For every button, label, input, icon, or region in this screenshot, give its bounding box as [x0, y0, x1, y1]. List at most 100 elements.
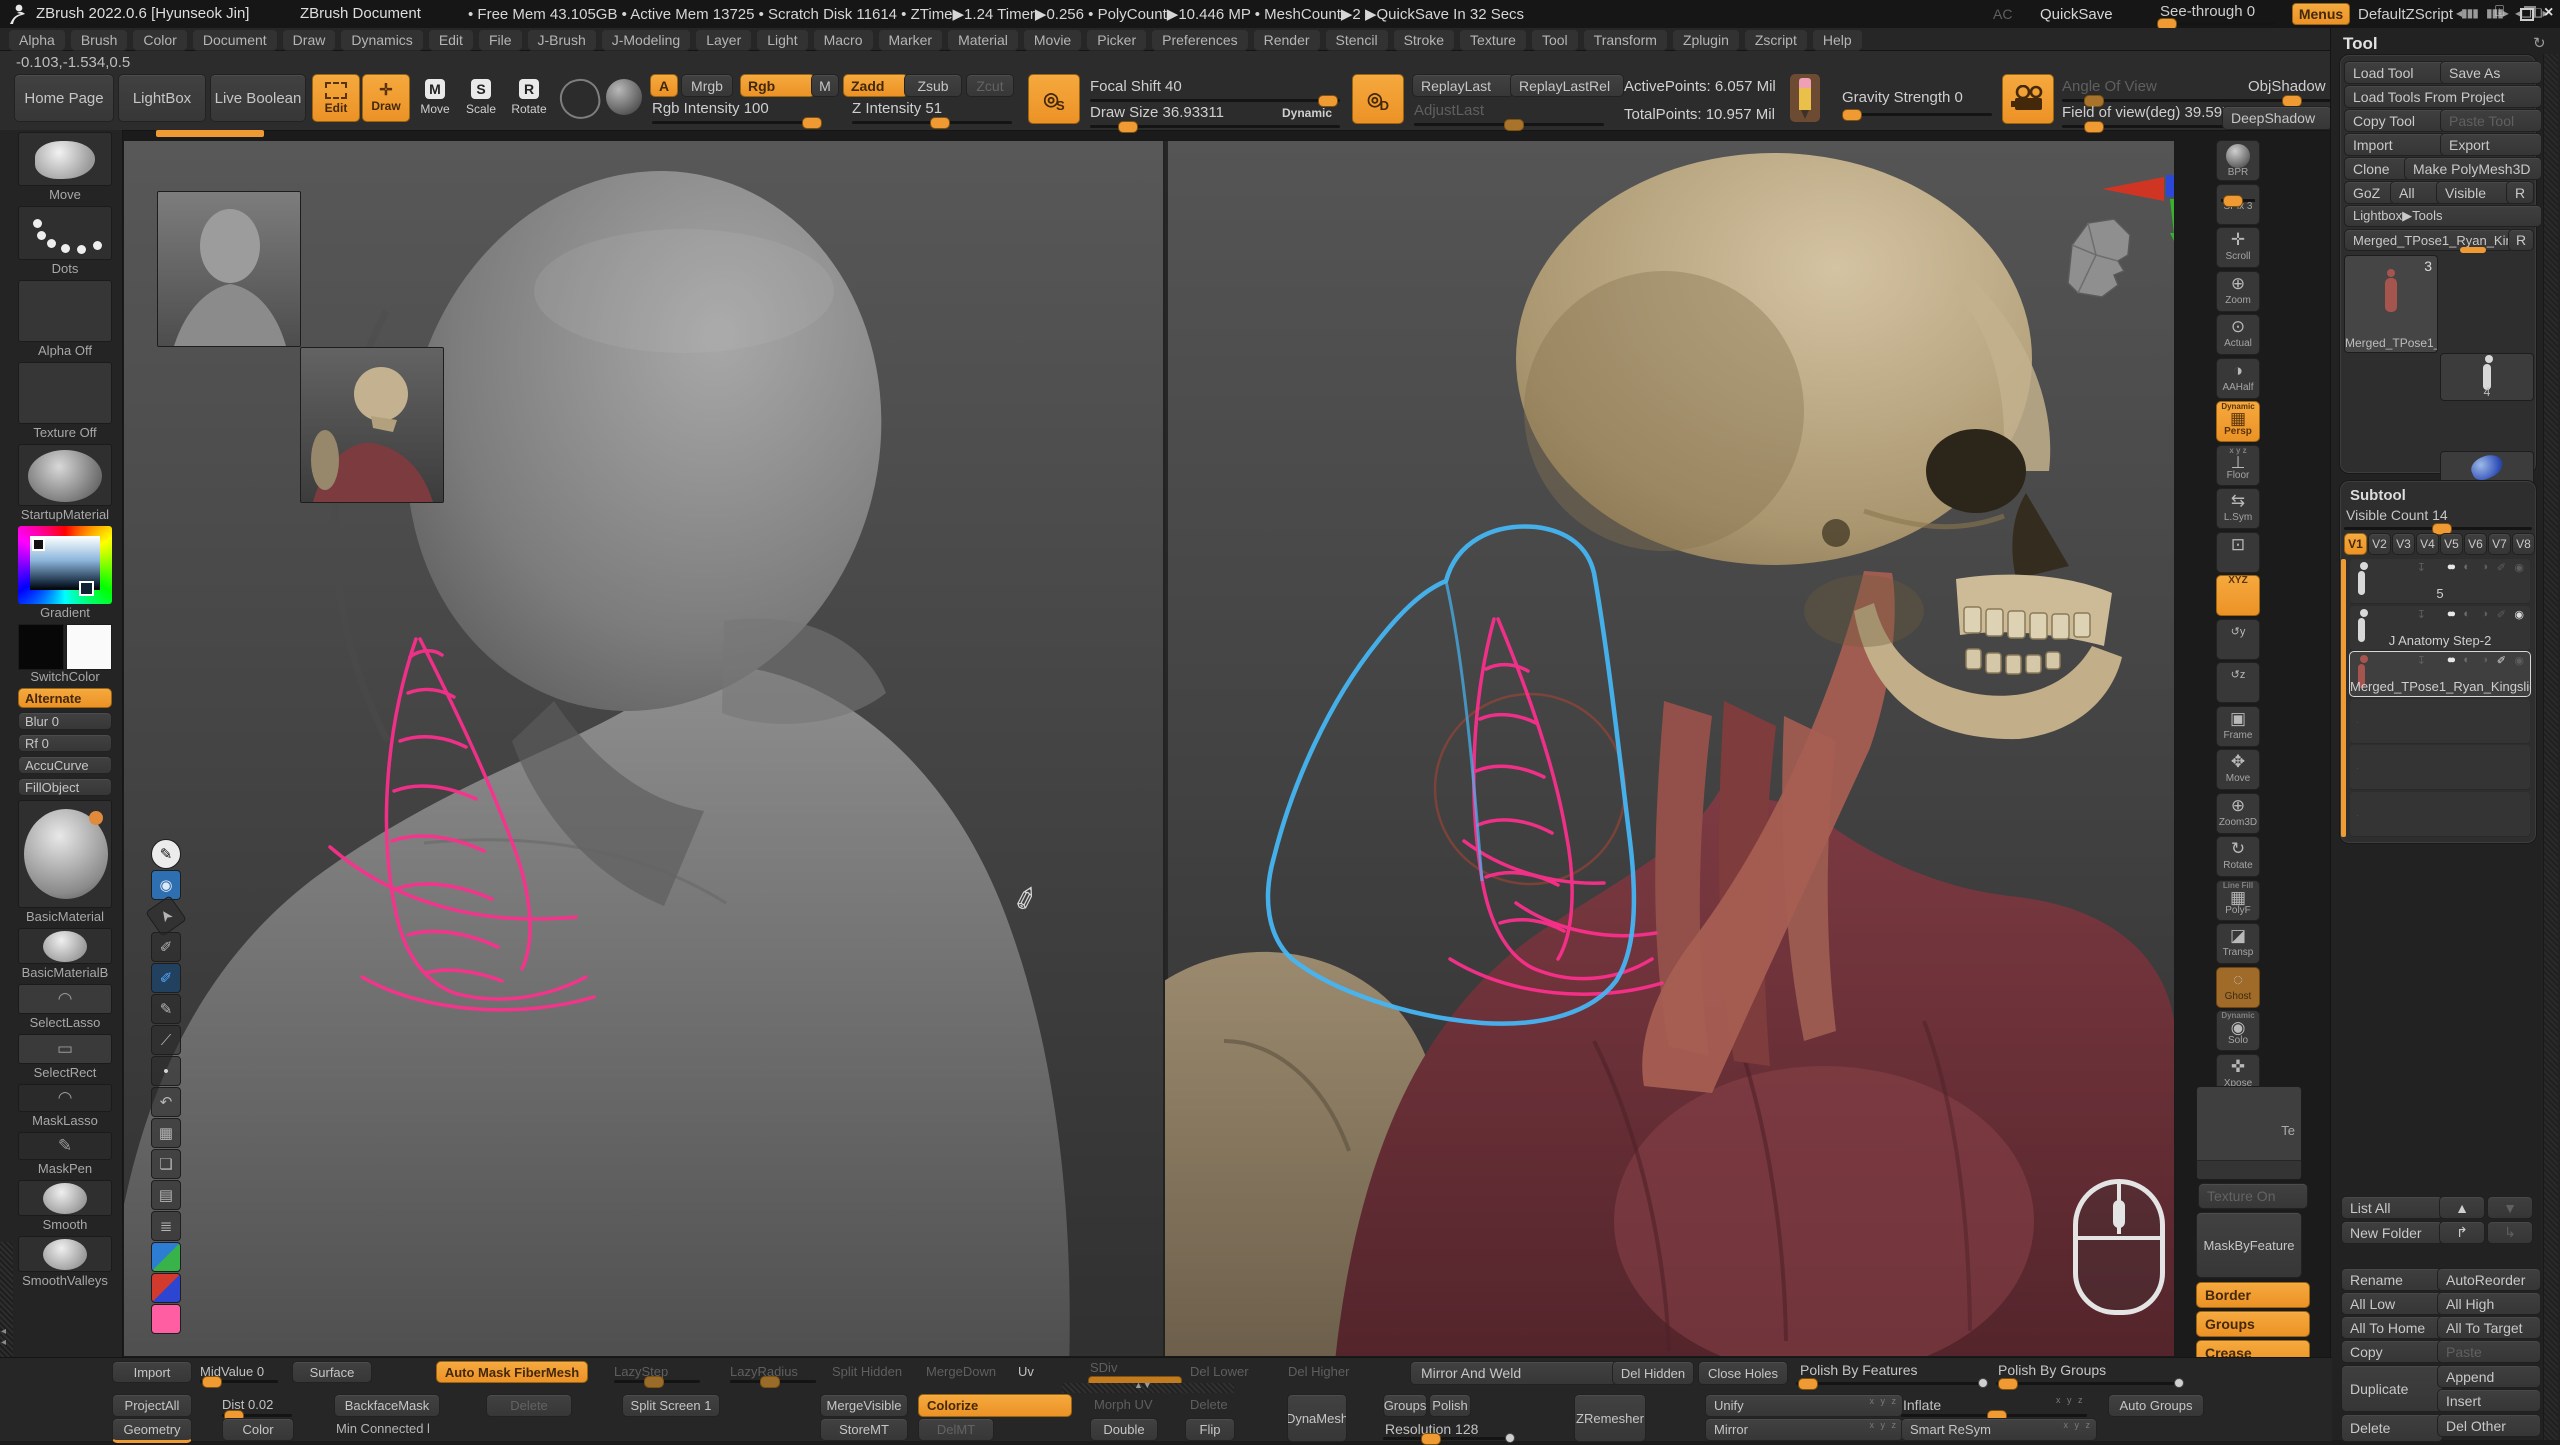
list-all-button[interactable]: List All	[2341, 1196, 2443, 1219]
rgb-intensity-slider-label[interactable]: Rgb Intensity 100	[652, 100, 769, 117]
menu-macro[interactable]: Macro	[813, 29, 874, 51]
menu-render[interactable]: Render	[1253, 29, 1321, 51]
shelf-ghost[interactable]: ◌Ghost	[2216, 967, 2260, 1008]
merge-down-button[interactable]: MergeDown	[926, 1364, 996, 1379]
pencil-icon[interactable]	[1790, 74, 1820, 122]
shelf-solo[interactable]: Dynamic◉Solo	[2216, 1010, 2260, 1051]
anchor-mode-button[interactable]: A	[650, 74, 678, 97]
menu-zplugin[interactable]: Zplugin	[1672, 29, 1740, 51]
subtool-row[interactable]: ·	[2350, 745, 2530, 790]
subtool-shaded-icon[interactable]: ◐	[2463, 561, 2470, 573]
inflate-slider-label[interactable]: Inflate	[1903, 1397, 1941, 1413]
mirror-and-weld-button[interactable]: Mirror And Weld	[1410, 1361, 1618, 1385]
default-zscript-button[interactable]: DefaultZScript	[2358, 6, 2453, 23]
sidebar-selectrect[interactable]: ▭	[18, 1034, 112, 1064]
clipboard-icon[interactable]: ▤	[151, 1180, 181, 1210]
geometry-tab-button[interactable]: Geometry	[112, 1418, 192, 1443]
menu-layer[interactable]: Layer	[695, 29, 752, 51]
mrgb-button[interactable]: Mrgb	[681, 74, 733, 97]
polish-by-groups-slider[interactable]	[1996, 1382, 2182, 1385]
subtool-shaded-icon[interactable]: ◐	[2463, 608, 2470, 620]
shelf--y[interactable]: ↺y	[2216, 619, 2260, 660]
goz-button[interactable]: GoZ	[2344, 181, 2396, 204]
del-hidden-button[interactable]: Del Hidden	[1612, 1361, 1694, 1385]
palette-swatch-icon[interactable]	[151, 1242, 181, 1272]
shelf-transp[interactable]: ◪Transp	[2216, 923, 2260, 964]
menu-alpha[interactable]: Alpha	[8, 29, 66, 51]
folder-up-button[interactable]: ↱	[2439, 1221, 2485, 1244]
all-to-home-button[interactable]: All To Home	[2341, 1316, 2443, 1339]
sidebar-alternate[interactable]: Alternate	[18, 688, 112, 708]
subtool-halftone-icon[interactable]: ◑	[2481, 608, 2488, 620]
mid-value-slider[interactable]	[200, 1380, 278, 1383]
pen2-icon[interactable]: ✐	[151, 932, 181, 962]
menu-color[interactable]: Color	[132, 29, 187, 51]
menu-draw[interactable]: Draw	[282, 29, 337, 51]
camera-widget[interactable]	[2002, 74, 2054, 124]
duplicate-button[interactable]: Duplicate	[2341, 1365, 2443, 1412]
subtool-polypaint-icon[interactable]: ●●	[2447, 654, 2452, 666]
menu-picker[interactable]: Picker	[1086, 29, 1147, 51]
move-button[interactable]: M Move	[414, 74, 456, 120]
clone-button[interactable]: Clone	[2344, 157, 2410, 180]
list-icon[interactable]: ≣	[151, 1211, 181, 1241]
texture-on-button[interactable]: Texture On	[2198, 1183, 2308, 1209]
store-mt-button[interactable]: StoreMT	[820, 1418, 908, 1441]
insert-button[interactable]: Insert	[2437, 1389, 2541, 1412]
mirror-button[interactable]: Mirrorx y z	[1705, 1418, 1903, 1441]
draw-quick-widget[interactable]: ◎D	[1352, 74, 1404, 124]
reference-thumbnail-gray[interactable]	[157, 191, 301, 347]
menu-stroke[interactable]: Stroke	[1393, 29, 1455, 51]
shelf-rotate[interactable]: ↻Rotate	[2216, 836, 2260, 877]
sidebar-maskpen[interactable]: ✎	[18, 1132, 112, 1160]
export-button[interactable]: Export	[2440, 133, 2542, 156]
subtool-download-icon[interactable]: ↧	[2417, 608, 2426, 621]
trash-icon[interactable]: ▦	[151, 1118, 181, 1148]
rgb-button[interactable]: Rgb	[740, 74, 815, 97]
subtool-tab-v5[interactable]: V5	[2440, 533, 2463, 555]
shelf--[interactable]: ⊡	[2216, 532, 2260, 573]
shelf-spix-3[interactable]: SPix 3	[2216, 184, 2260, 225]
scale-button[interactable]: S Scale	[460, 74, 502, 120]
home-page-button[interactable]: Home Page	[14, 74, 114, 122]
menus-toggle-button[interactable]: Menus	[2292, 3, 2350, 25]
import-button[interactable]: Import	[2344, 133, 2446, 156]
menu-light[interactable]: Light	[756, 29, 808, 51]
subtool-tab-v7[interactable]: V7	[2488, 533, 2511, 555]
colorize-button[interactable]: Colorize	[918, 1394, 1072, 1417]
menu-preferences[interactable]: Preferences	[1151, 29, 1248, 51]
subtool-eye-icon[interactable]: ◉	[2514, 608, 2524, 621]
sidebar-smooth[interactable]	[18, 1180, 112, 1216]
eye-icon[interactable]: ◉	[151, 870, 181, 900]
quicksave-button[interactable]: QuickSave	[2040, 6, 2113, 23]
subtool-download-icon[interactable]: ↧	[2417, 654, 2426, 667]
close-holes-button[interactable]: Close Holes	[1698, 1361, 1788, 1385]
menu-texture[interactable]: Texture	[1459, 29, 1527, 51]
sidebar-blur-0[interactable]: Blur 0	[18, 712, 112, 730]
polish-by-features-slider-label[interactable]: Polish By Features	[1800, 1362, 1918, 1378]
shelf--z[interactable]: ↺z	[2216, 662, 2260, 703]
pink-swatch-icon[interactable]	[151, 1304, 181, 1334]
groups-polish-button[interactable]: Groups	[1383, 1394, 1427, 1417]
lazy-radius-slider[interactable]	[730, 1380, 816, 1383]
subtool-polypaint-icon[interactable]: ●●	[2447, 608, 2452, 620]
inflate-slider[interactable]	[1901, 1414, 2087, 1417]
live-boolean-button[interactable]: Live Boolean	[210, 74, 306, 122]
shelf-actual[interactable]: ⊙Actual	[2216, 314, 2260, 355]
sidebar-texture-off[interactable]	[18, 362, 112, 424]
subtool-brush-icon[interactable]: ✐	[2497, 561, 2506, 574]
menu-j-modeling[interactable]: J-Modeling	[601, 29, 691, 51]
zadd-button[interactable]: Zadd	[843, 74, 908, 97]
tool-item[interactable]: 4	[2440, 353, 2534, 401]
see-through-slider[interactable]	[2155, 22, 2275, 25]
subtool-row[interactable]: ◉✐◑◐●●↧J Anatomy Step-2	[2350, 606, 2530, 651]
fiber-import-button[interactable]: Import	[112, 1361, 192, 1383]
del-higher-button[interactable]: Del Higher	[1288, 1364, 1349, 1379]
rgb-intensity-slider[interactable]	[652, 121, 822, 124]
sidebar-accucurve[interactable]: AccuCurve	[18, 756, 112, 774]
z-intensity-slider[interactable]	[852, 121, 1012, 124]
shelf-frame[interactable]: ▣Frame	[2216, 706, 2260, 747]
adjust-last-slider[interactable]	[1414, 123, 1604, 126]
lightbox-button[interactable]: LightBox	[118, 74, 206, 122]
subtool-up-button[interactable]: ▲	[2439, 1196, 2485, 1219]
